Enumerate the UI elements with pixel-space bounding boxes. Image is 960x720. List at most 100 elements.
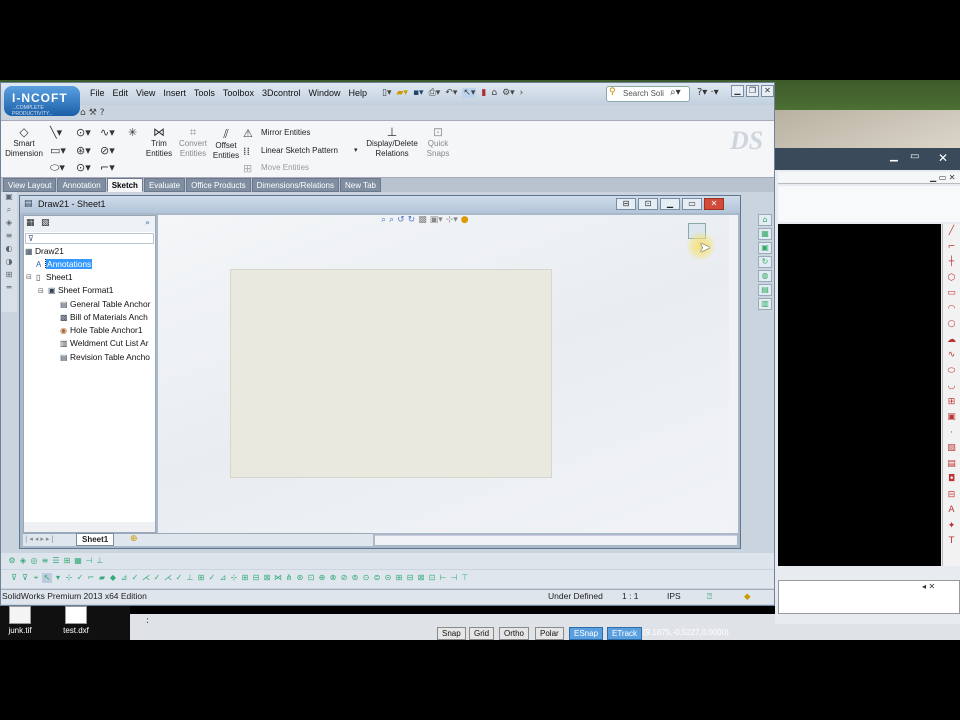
close-icon[interactable]: ✕ <box>704 198 724 210</box>
snap-11-icon[interactable]: ✓ <box>174 573 184 583</box>
tab-new-tab[interactable]: New Tab <box>340 178 381 192</box>
spline-icon[interactable]: ∿▾ <box>100 126 115 139</box>
add-selected-icon[interactable]: ✦ <box>943 519 960 535</box>
snap-19-icon[interactable]: ⊠ <box>262 573 272 583</box>
background-app-titlebar[interactable] <box>775 148 960 170</box>
snap-31-icon[interactable]: ⊞ <box>394 573 404 583</box>
line-format-icon[interactable]: ⚙ <box>7 556 17 565</box>
appearance-icon[interactable]: ● <box>461 215 469 225</box>
help-small-icon[interactable]: ? <box>100 108 105 118</box>
align-icon[interactable]: ≡ <box>1 231 17 244</box>
mtext-tool-icon[interactable]: A <box>943 503 960 519</box>
view-palette-icon[interactable]: ↻ <box>758 256 772 268</box>
status-units[interactable]: IPS <box>667 591 681 601</box>
snap-6-icon[interactable]: ⊿ <box>119 573 129 583</box>
snap-21-icon[interactable]: ⋔ <box>284 573 294 583</box>
appearances-icon[interactable]: ◍ <box>758 270 772 282</box>
snap-29-icon[interactable]: ⊜ <box>372 573 382 583</box>
snap-32-icon[interactable]: ⊟ <box>405 573 415 583</box>
menu-edit[interactable]: Edit <box>109 88 133 98</box>
snap-15-icon[interactable]: ⊿ <box>218 573 228 583</box>
command-line-close-icon[interactable]: ◂ ✕ <box>922 582 935 591</box>
circle-icon[interactable]: ⊙▾ <box>76 126 91 139</box>
circle-tool-icon[interactable]: ○ <box>943 317 960 333</box>
convert-entities-button[interactable]: ⌗ Convert Entities <box>175 126 211 159</box>
expand-toggle-icon[interactable]: ⊟ <box>26 273 32 281</box>
display-icon[interactable]: ◑ <box>1 257 17 270</box>
select-icon[interactable]: ↖▾ <box>462 88 477 98</box>
sheet-nav-arrows-icon[interactable]: |◂◂▸▸| <box>25 535 56 543</box>
snap-13-icon[interactable]: ⊞ <box>196 573 206 583</box>
minimize-icon[interactable]: ▁ <box>890 151 898 162</box>
ellipse-arc-icon[interactable]: ◡ <box>943 379 960 395</box>
snap-3-icon[interactable]: ⌐ <box>86 573 96 583</box>
custom-properties-icon[interactable]: ▤ <box>758 284 772 296</box>
etrack-toggle[interactable]: ETrack <box>607 627 643 640</box>
background-app-canvas[interactable] <box>778 224 941 566</box>
add-sheet-icon[interactable]: ⊕ <box>130 534 138 544</box>
dropdown-icon[interactable]: ▾ <box>53 573 63 583</box>
centerpoint-arc-icon[interactable]: ⊙▾ <box>76 161 91 174</box>
tree-item-revision-table-anchor[interactable]: ▤ Revision Table Ancho <box>60 352 155 362</box>
options-icon[interactable]: ⚙▾ <box>502 88 515 98</box>
gradient-tool-icon[interactable]: ▤ <box>943 457 960 473</box>
graphics-vertical-scrollbar[interactable] <box>729 215 738 533</box>
tree-item-sheet-format[interactable]: ▣ Sheet Format1 <box>48 285 113 295</box>
polar-toggle[interactable]: Polar <box>535 627 564 640</box>
fillet-icon[interactable]: ⌐▾ <box>100 161 115 174</box>
snap-33-icon[interactable]: ⊠ <box>416 573 426 583</box>
property-manager-tab-icon[interactable]: ▧ <box>41 218 50 228</box>
snap-2-icon[interactable]: ✓ <box>75 573 85 583</box>
sketch-blocks-icon[interactable]: ▥ <box>758 298 772 310</box>
quick-snaps-button[interactable]: ⊡ Quick Snaps <box>423 126 453 159</box>
maximize-icon[interactable]: ▭ <box>910 151 919 162</box>
graphics-horizontal-scrollbar[interactable] <box>375 535 737 545</box>
tag-icon[interactable]: ◆ <box>744 591 751 602</box>
arc-tool-icon[interactable]: ◠ <box>943 302 960 318</box>
open-icon[interactable]: ▰▾ <box>396 88 407 98</box>
snap-26-icon[interactable]: ⊘ <box>339 573 349 583</box>
snap-34-icon[interactable]: ⊡ <box>427 573 437 583</box>
ellipse-tool-icon[interactable]: ⬭ <box>943 364 960 380</box>
snap-1-icon[interactable]: ⊹ <box>64 573 74 583</box>
tile-icon[interactable]: ⊟ <box>616 198 636 210</box>
snap-35-icon[interactable]: ⊢ <box>438 573 448 583</box>
display-delete-relations-button[interactable]: ⊥ Display/Delete Relations <box>364 126 420 159</box>
snap-27-icon[interactable]: ⊚ <box>350 573 360 583</box>
window-controls-icon[interactable]: ▁ ▭ ✕ <box>930 173 956 182</box>
minimize-icon[interactable]: ▁ <box>731 85 744 97</box>
cascade-icon[interactable]: ⊡ <box>638 198 658 210</box>
hatch-tool-icon[interactable]: ▨ <box>943 441 960 457</box>
tree-item-weldment-anchor[interactable]: ▥ Weldment Cut List Ar <box>60 338 155 348</box>
offset-entities-button[interactable]: ⫽ Offset Entities <box>211 128 241 161</box>
snap-17-icon[interactable]: ⊞ <box>240 573 250 583</box>
snap-toggle[interactable]: Snap <box>437 627 466 640</box>
hide-icon[interactable]: ◐ <box>1 244 17 257</box>
grid-toggle[interactable]: Grid <box>469 627 495 640</box>
pin-icon[interactable]: ⌂ <box>80 108 86 118</box>
snap-20-icon[interactable]: ⋈ <box>273 573 283 583</box>
menu-file[interactable]: File <box>86 88 109 98</box>
filter-2-icon[interactable]: ⊽ <box>20 573 30 583</box>
ellipse-icon[interactable]: ⊘▾ <box>100 144 115 157</box>
print-icon[interactable]: ⎙▾ <box>429 88 441 98</box>
region-tool-icon[interactable]: ◘ <box>943 472 960 488</box>
align-left-icon[interactable]: ⊣ <box>84 556 94 565</box>
close-icon[interactable]: ✕ <box>761 85 774 97</box>
layer-icon[interactable]: ◈ <box>1 218 17 231</box>
design-library-icon[interactable]: ▦ <box>758 228 772 240</box>
align-bottom-icon[interactable]: ⊥ <box>95 556 105 565</box>
select-filter-icon[interactable]: ⌖ <box>31 573 41 583</box>
table-tool-icon[interactable]: ⊟ <box>943 488 960 504</box>
wrench-icon[interactable]: ⚒ <box>89 108 97 118</box>
save-icon[interactable]: ▪▾ <box>413 88 424 98</box>
snap-14-icon[interactable]: ✓ <box>207 573 217 583</box>
minimize-icon[interactable]: ▁ <box>660 198 680 210</box>
menu-3dcontrol[interactable]: 3Dcontrol <box>258 88 305 98</box>
polyline-tool-icon[interactable]: ⌐ <box>943 240 960 256</box>
tree-horizontal-scrollbar[interactable] <box>24 522 155 532</box>
maximize-icon[interactable]: ▭ <box>682 198 702 210</box>
more-icon[interactable]: › <box>520 88 524 98</box>
close-icon[interactable]: ✕ <box>938 151 948 165</box>
file-properties-icon[interactable]: ⌂ <box>491 88 497 98</box>
